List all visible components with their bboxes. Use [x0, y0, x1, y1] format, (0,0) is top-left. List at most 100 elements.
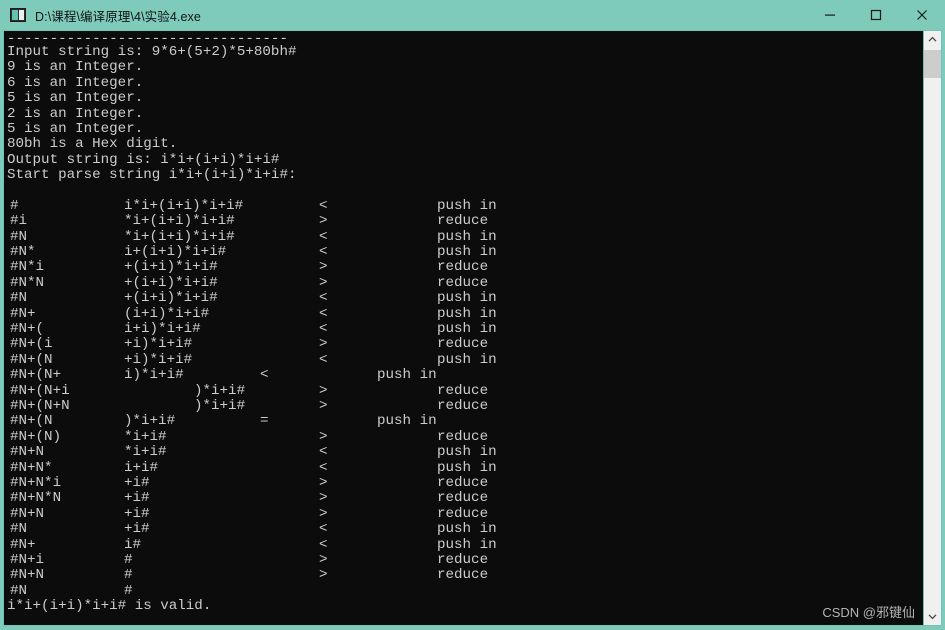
trace-stack: #N+(N+	[10, 367, 62, 384]
preamble-line-4: 2 is an Integer.	[7, 105, 144, 122]
trace-row: #N+(N)*i+i# = push in	[7, 413, 923, 430]
trace-relation: >	[319, 336, 328, 353]
preamble-line-2: 6 is an Integer.	[7, 74, 144, 91]
preamble-line-7: Output string is: i*i+(i+i)*i+i#	[7, 151, 280, 168]
trace-input: )*i+i#	[194, 397, 246, 414]
trace-stack: #N*N	[10, 274, 45, 291]
trace-stack: #N+	[10, 536, 36, 553]
scroll-up-arrow[interactable]	[924, 31, 941, 48]
trace-input: +i)*i+i#	[124, 351, 193, 368]
trace-stack: #N+N*	[10, 459, 53, 476]
trace-input: +(i+i)*i+i#	[124, 290, 218, 307]
trace-stack: #N+(N)	[10, 428, 62, 445]
trace-relation: >	[319, 274, 328, 291]
trace-row: #N+(N+N)*i+i# > reduce	[7, 397, 923, 414]
trace-row: #N+N*i+i#<push in	[7, 444, 923, 461]
preamble-line-8: Start parse string i*i+(i+i)*i+i#:	[7, 167, 297, 184]
trace-relation: >	[319, 259, 328, 276]
trace-relation: <	[319, 444, 328, 461]
trace-action: push in	[437, 351, 497, 368]
preamble-line-5: 5 is an Integer.	[7, 120, 144, 137]
console-app-icon	[10, 8, 26, 22]
trace-relation: >	[319, 213, 328, 230]
trace-relation: >	[319, 567, 328, 584]
scroll-down-arrow[interactable]	[924, 608, 941, 625]
trace-relation: >	[319, 397, 328, 414]
trace-stack: #N+N*i	[10, 474, 62, 491]
trace-row: #N+N*i +i# > reduce	[7, 474, 923, 491]
trace-input: i)*i+i#	[124, 367, 184, 384]
scroll-thumb[interactable]	[924, 50, 941, 78]
trace-action: reduce	[437, 505, 489, 522]
preamble-line-6: 80bh is a Hex digit.	[7, 136, 178, 153]
trace-action: push in	[437, 444, 497, 461]
trace-stack: #N*	[10, 244, 36, 261]
trace-row: #N+(i+i)*i+i#<push in	[7, 290, 923, 307]
trace-stack: #N+(N	[10, 351, 53, 368]
trace-stack: #N+N	[10, 444, 45, 461]
trace-action: reduce	[437, 213, 489, 230]
trace-action: push in	[377, 367, 437, 384]
window-title: D:\课程\编译原理\4\实验4.exe	[35, 9, 201, 24]
trace-relation: <	[319, 244, 328, 261]
trace-stack: #N	[10, 228, 28, 245]
console-line: 2 is an Integer.	[7, 105, 923, 122]
trace-row: #i *i+(i+i)*i+i# > reduce	[7, 213, 923, 230]
trace-stack: #N	[10, 290, 28, 307]
trace-stack: #N*i	[10, 259, 45, 276]
trace-row: #N+(i+i)*i+i#<push in	[7, 305, 923, 322]
console-line: 5 is an Integer.	[7, 90, 923, 106]
trace-input: +i#	[124, 521, 150, 538]
trace-row: #N+(i+i)*i+i#<push in	[7, 321, 923, 337]
trace-input: +i#	[124, 474, 150, 491]
trace-row: #N+N*N +i# > reduce	[7, 490, 923, 507]
trace-row: #N *i+(i+i)*i+i# < push in	[7, 228, 923, 245]
title-bar[interactable]: D:\课程\编译原理\4\实验4.exe	[0, 0, 945, 30]
trace-action: push in	[437, 197, 497, 214]
console-line: Input string is: 9*6+(5+2)*5+80bh#	[7, 44, 923, 60]
trace-input: i+i#	[124, 459, 159, 476]
trace-action: push in	[437, 459, 497, 476]
trace-stack: #N+(N+N	[10, 397, 70, 414]
trace-relation: <	[319, 459, 328, 476]
trace-row: #N+(N+ i)*i+i# < push in	[7, 367, 923, 384]
trace-input: #	[124, 567, 133, 584]
trace-input: +(i+i)*i+i#	[124, 274, 218, 291]
scrollbar-track[interactable]	[924, 48, 941, 608]
vertical-scrollbar[interactable]	[924, 30, 942, 626]
trace-action: reduce	[437, 428, 489, 445]
trace-input: +i#	[124, 505, 150, 522]
trace-input: +i)*i+i#	[124, 336, 193, 353]
trace-input: )*i+i#	[194, 382, 246, 399]
trace-stack: #	[10, 197, 19, 214]
trace-action: reduce	[437, 382, 489, 399]
console-line: 5 is an Integer.	[7, 120, 923, 137]
trace-relation: >	[319, 474, 328, 491]
minimize-button[interactable]	[807, 0, 853, 30]
trace-stack: #N+(i	[10, 336, 53, 353]
trace-row: #N #	[7, 583, 923, 599]
console-viewport[interactable]: --------------------------------- Input s…	[3, 30, 924, 626]
trace-stack: #N+N	[10, 505, 45, 522]
trace-relation: <	[319, 197, 328, 214]
trace-action: reduce	[437, 490, 489, 507]
trace-relation: >	[319, 428, 328, 445]
trace-action: push in	[437, 521, 497, 538]
trace-action: push in	[377, 413, 437, 430]
trace-input: (i+i)*i+i#	[124, 305, 210, 322]
trace-input: i*i+(i+i)*i+i#	[124, 197, 244, 214]
close-button[interactable]	[899, 0, 945, 30]
console-line: 9 is an Integer.	[7, 59, 923, 75]
trace-stack: #N+	[10, 305, 36, 322]
trace-row: #N+(i +i)*i+i# > reduce	[7, 336, 923, 353]
maximize-button[interactable]	[853, 0, 899, 30]
trace-stack: #N+i	[10, 551, 45, 568]
trace-row: #N+N* i+i# < push in	[7, 459, 923, 476]
trace-stack: #N+(N	[10, 413, 53, 430]
trace-row: #N+N # > reduce	[7, 567, 923, 584]
trace-row: #N+i # > reduce	[7, 551, 923, 568]
trace-input: i#	[124, 536, 142, 553]
console-result-line: i*i+(i+i)*i+i# is valid.	[7, 598, 923, 614]
trace-row: #N+(N+i)*i+i# > reduce	[7, 382, 923, 399]
